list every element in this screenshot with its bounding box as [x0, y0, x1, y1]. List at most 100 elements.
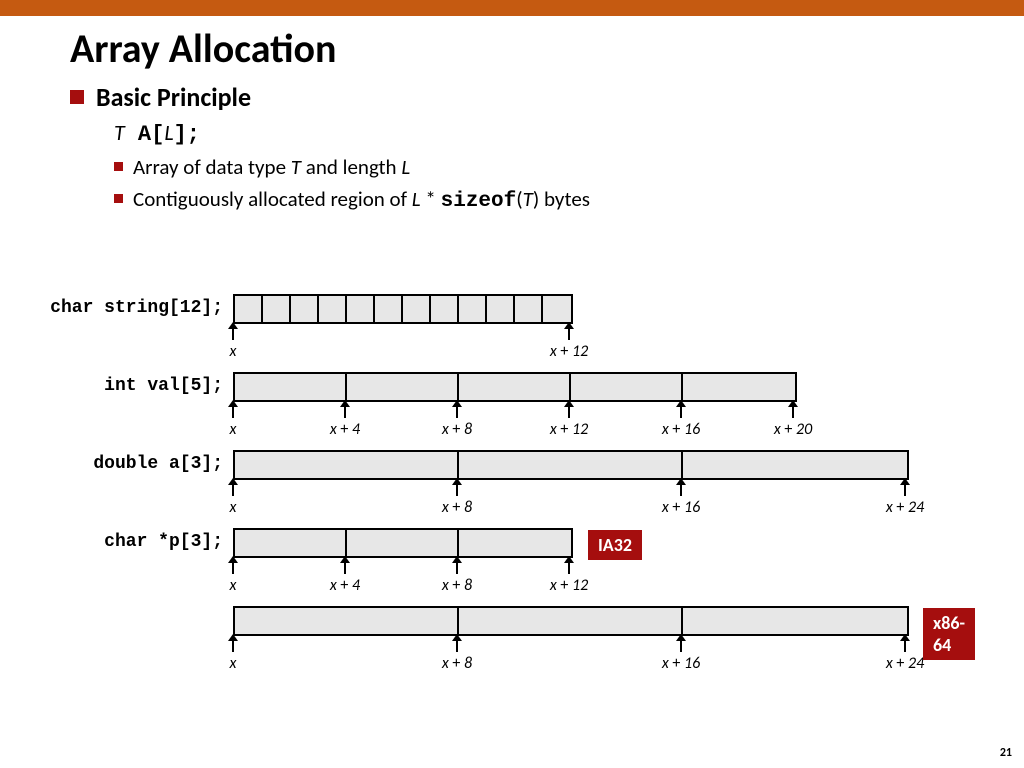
square-bullet-icon: [70, 90, 84, 104]
marker-arrow-icon: [568, 328, 570, 340]
array-box-p64: [233, 606, 909, 636]
marker-arrow-icon: [232, 640, 234, 652]
marker-arrow-icon: [456, 562, 458, 574]
section-heading-row: Basic Principle: [70, 81, 1024, 113]
slide-title: Array Allocation: [70, 24, 1024, 73]
small-square-bullet-icon: [114, 194, 123, 203]
marker-arrow-icon: [568, 562, 570, 574]
diagram-a-label: double a[3];: [18, 454, 223, 474]
marker-arrow-icon: [568, 406, 570, 418]
marker-arrow-icon: [456, 640, 458, 652]
array-cell: [235, 530, 347, 556]
small-square-bullet-icon: [114, 162, 123, 171]
array-cell: [543, 296, 571, 322]
marker-arrow-icon: [456, 406, 458, 418]
badge-ia32: IA32: [588, 530, 642, 560]
array-cell: [431, 296, 459, 322]
marker-label: x + 12: [550, 420, 588, 439]
marker-label: x: [230, 654, 237, 673]
marker-arrow-icon: [680, 484, 682, 496]
marker-arrow-icon: [232, 328, 234, 340]
array-cell: [683, 452, 907, 478]
decl-T: T: [114, 119, 125, 146]
array-cell: [235, 374, 347, 400]
marker-arrow-icon: [680, 640, 682, 652]
diagram-val-box: xx + 4x + 8x + 12x + 16x + 20: [233, 372, 797, 402]
marker-arrow-icon: [232, 406, 234, 418]
marker-arrow-icon: [792, 406, 794, 418]
array-cell: [235, 608, 459, 634]
marker-label: x + 8: [442, 576, 472, 595]
marker-arrow-icon: [680, 406, 682, 418]
page-number: 21: [1000, 746, 1012, 760]
array-cell: [459, 374, 571, 400]
diagram-p64-box: xx + 8x + 16x + 24: [233, 606, 909, 636]
array-cell: [235, 296, 263, 322]
accent-bar: [0, 0, 1024, 16]
array-cell: [487, 296, 515, 322]
marker-label: x: [230, 420, 237, 439]
marker-label: x + 20: [774, 420, 812, 439]
decl-code2: ];: [174, 122, 200, 147]
bullet-1: Array of data type T and length L: [114, 153, 1024, 181]
array-cell: [459, 452, 683, 478]
marker-label: x + 16: [662, 420, 700, 439]
diagram-string-label: char string[12];: [18, 298, 223, 318]
bullet-list: Array of data type T and length L Contig…: [114, 153, 1024, 217]
array-cell: [375, 296, 403, 322]
marker-label: x + 24: [886, 498, 924, 517]
marker-label: x + 8: [442, 654, 472, 673]
bullet-2: Contiguously allocated region of L * siz…: [114, 185, 1024, 216]
marker-label: x + 16: [662, 498, 700, 517]
bullet-2-text: Contiguously allocated region of L * siz…: [133, 185, 590, 216]
array-box-a: [233, 450, 909, 480]
array-cell: [347, 296, 375, 322]
marker-label: x + 24: [886, 654, 924, 673]
diagram-p32-box: xx + 4x + 8x + 12: [233, 528, 573, 558]
marker-arrow-icon: [456, 484, 458, 496]
diagram-val-label: int val[5];: [18, 376, 223, 396]
section-heading: Basic Principle: [96, 81, 251, 113]
array-cell: [263, 296, 291, 322]
array-cell: [683, 608, 907, 634]
marker-arrow-icon: [344, 562, 346, 574]
array-cell: [319, 296, 347, 322]
array-cell: [347, 374, 459, 400]
marker-arrow-icon: [232, 484, 234, 496]
marker-label: x + 8: [442, 498, 472, 517]
marker-arrow-icon: [232, 562, 234, 574]
marker-label: x + 4: [330, 420, 360, 439]
marker-label: x: [230, 342, 237, 361]
marker-label: x + 8: [442, 420, 472, 439]
diagram-p32-label: char *p[3];: [18, 532, 223, 552]
decl-code1: A[: [125, 122, 165, 147]
content-section: Basic Principle T A[L]; Array of data ty…: [70, 81, 1024, 217]
bullet-1-text: Array of data type T and length L: [133, 153, 410, 181]
array-cell: [683, 374, 795, 400]
marker-label: x: [230, 576, 237, 595]
array-cell: [459, 530, 571, 556]
array-cell: [515, 296, 543, 322]
marker-arrow-icon: [344, 406, 346, 418]
marker-label: x + 4: [330, 576, 360, 595]
marker-label: x + 12: [550, 576, 588, 595]
badge-x8664: x86-64: [923, 608, 975, 660]
declaration-line: T A[L];: [114, 119, 1024, 147]
marker-label: x: [230, 498, 237, 517]
array-box-val: [233, 372, 797, 402]
marker-arrow-icon: [904, 484, 906, 496]
array-box-string: [233, 294, 573, 324]
array-cell: [459, 608, 683, 634]
diagram-string-box: xx + 12: [233, 294, 573, 324]
array-cell: [347, 530, 459, 556]
array-cell: [235, 452, 459, 478]
array-cell: [291, 296, 319, 322]
array-box-p32: [233, 528, 573, 558]
array-cell: [459, 296, 487, 322]
diagram-a-box: xx + 8x + 16x + 24: [233, 450, 909, 480]
array-cell: [403, 296, 431, 322]
marker-label: x + 12: [550, 342, 588, 361]
marker-arrow-icon: [904, 640, 906, 652]
decl-L: L: [164, 119, 173, 146]
array-cell: [571, 374, 683, 400]
